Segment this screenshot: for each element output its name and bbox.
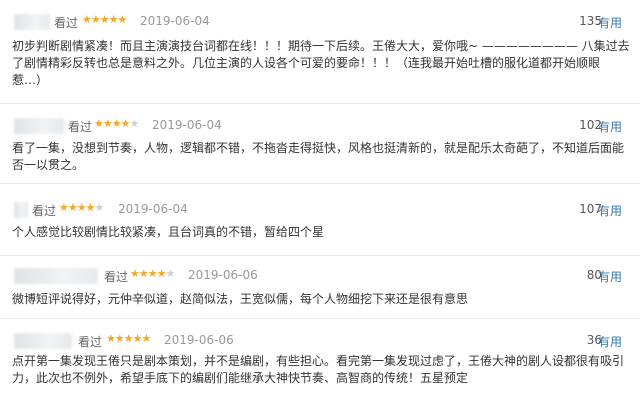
star-filled-icon: ★	[94, 117, 104, 130]
avatar[interactable]	[14, 118, 64, 134]
review-header: 看过 ★★★★★ 2019-06-04 102 有用	[14, 116, 632, 136]
star-filled-icon: ★	[123, 332, 134, 345]
rating-stars: ★★★★★	[130, 267, 176, 280]
useful-button[interactable]: 有用	[598, 333, 622, 350]
star-filled-icon: ★	[111, 117, 122, 130]
review-header: 看过 ★★★★★ 2019-06-06 80 有用	[14, 266, 632, 286]
review-text: 个人感觉比较剧情比较紧凑，且台词真的不错，暂给四个星	[12, 225, 325, 239]
watched-label: 看过	[32, 204, 57, 218]
avatar[interactable]	[14, 333, 72, 349]
star-filled-icon: ★	[106, 332, 116, 345]
star-empty-icon: ★	[165, 267, 176, 280]
review-header: 看过 ★★★★★ 2019-06-04 107 有用	[14, 200, 632, 220]
watched-label: 看过	[104, 270, 129, 284]
watched-label: 看过	[54, 16, 79, 30]
review-header: 看过 ★★★★★ 2019-06-06 36 有用	[14, 331, 632, 351]
review-list: 看过 ★★★★★ 2019-06-04 135 有用 初步判断剧情紧凑！而且主演…	[0, 0, 640, 407]
review-date: 2019-06-04	[152, 118, 222, 132]
avatar[interactable]	[14, 14, 50, 30]
review-text: 初步判断剧情紧凑！而且主演演技台词都在线！！！期待一下后续。王倦大大，爱你哦~ …	[12, 39, 630, 87]
star-empty-icon: ★	[94, 201, 105, 214]
review-item: 看过 ★★★★★ 2019-06-06 80 有用 微博短评说得好，元仲辛似道，…	[0, 256, 640, 319]
review-text: 看了一集，没想到节奏，人物，逻辑都不错，不拖沓走得挺快，风格也挺清新的，就是配乐…	[12, 141, 625, 172]
star-filled-icon: ★	[102, 117, 113, 130]
star-filled-icon: ★	[156, 267, 167, 280]
review-date: 2019-06-06	[188, 268, 258, 282]
star-filled-icon: ★	[67, 201, 78, 214]
star-filled-icon: ★	[108, 13, 119, 26]
star-filled-icon: ★	[59, 201, 69, 214]
star-filled-icon: ★	[90, 13, 101, 26]
avatar[interactable]	[14, 268, 98, 284]
star-filled-icon: ★	[147, 267, 158, 280]
star-filled-icon: ★	[76, 201, 87, 214]
star-filled-icon: ★	[99, 13, 110, 26]
review-text: 点开第一集发现王倦只是剧本策划，并不是编剧，有些担心。看完第一集发现过虑了，王倦…	[12, 354, 625, 385]
star-filled-icon: ★	[138, 267, 149, 280]
review-header: 看过 ★★★★★ 2019-06-04 135 有用	[14, 12, 632, 32]
rating-stars: ★★★★★	[82, 13, 128, 26]
star-empty-icon: ★	[129, 117, 140, 130]
star-filled-icon: ★	[82, 13, 92, 26]
rating-stars: ★★★★★	[94, 117, 140, 130]
rating-stars: ★★★★★	[59, 201, 105, 214]
star-filled-icon: ★	[120, 117, 131, 130]
review-date: 2019-06-04	[140, 14, 210, 28]
review-date: 2019-06-04	[118, 202, 188, 216]
useful-button[interactable]: 有用	[598, 118, 622, 135]
rating-stars: ★★★★★	[106, 332, 152, 345]
star-filled-icon: ★	[114, 332, 125, 345]
star-filled-icon: ★	[141, 332, 152, 345]
useful-button[interactable]: 有用	[598, 202, 622, 219]
review-item: 看过 ★★★★★ 2019-06-04 107 有用 个人感觉比较剧情比较紧凑，…	[0, 184, 640, 256]
watched-label: 看过	[68, 120, 93, 134]
star-filled-icon: ★	[132, 332, 143, 345]
review-date: 2019-06-06	[164, 333, 234, 347]
useful-button[interactable]: 有用	[598, 14, 622, 31]
star-filled-icon: ★	[117, 13, 128, 26]
watched-label: 看过	[78, 335, 103, 349]
avatar[interactable]	[14, 202, 28, 218]
review-item: 看过 ★★★★★ 2019-06-04 102 有用 看了一集，没想到节奏，人物…	[0, 104, 640, 184]
review-item: 看过 ★★★★★ 2019-06-06 36 有用 点开第一集发现王倦只是剧本策…	[0, 319, 640, 407]
review-item: 看过 ★★★★★ 2019-06-04 135 有用 初步判断剧情紧凑！而且主演…	[0, 0, 640, 104]
star-filled-icon: ★	[130, 267, 140, 280]
useful-button[interactable]: 有用	[598, 268, 622, 285]
star-filled-icon: ★	[85, 201, 96, 214]
review-text: 微博短评说得好，元仲辛似道，赵简似法，王宽似儒，每个人物细挖下来还是很有意思	[12, 292, 469, 306]
